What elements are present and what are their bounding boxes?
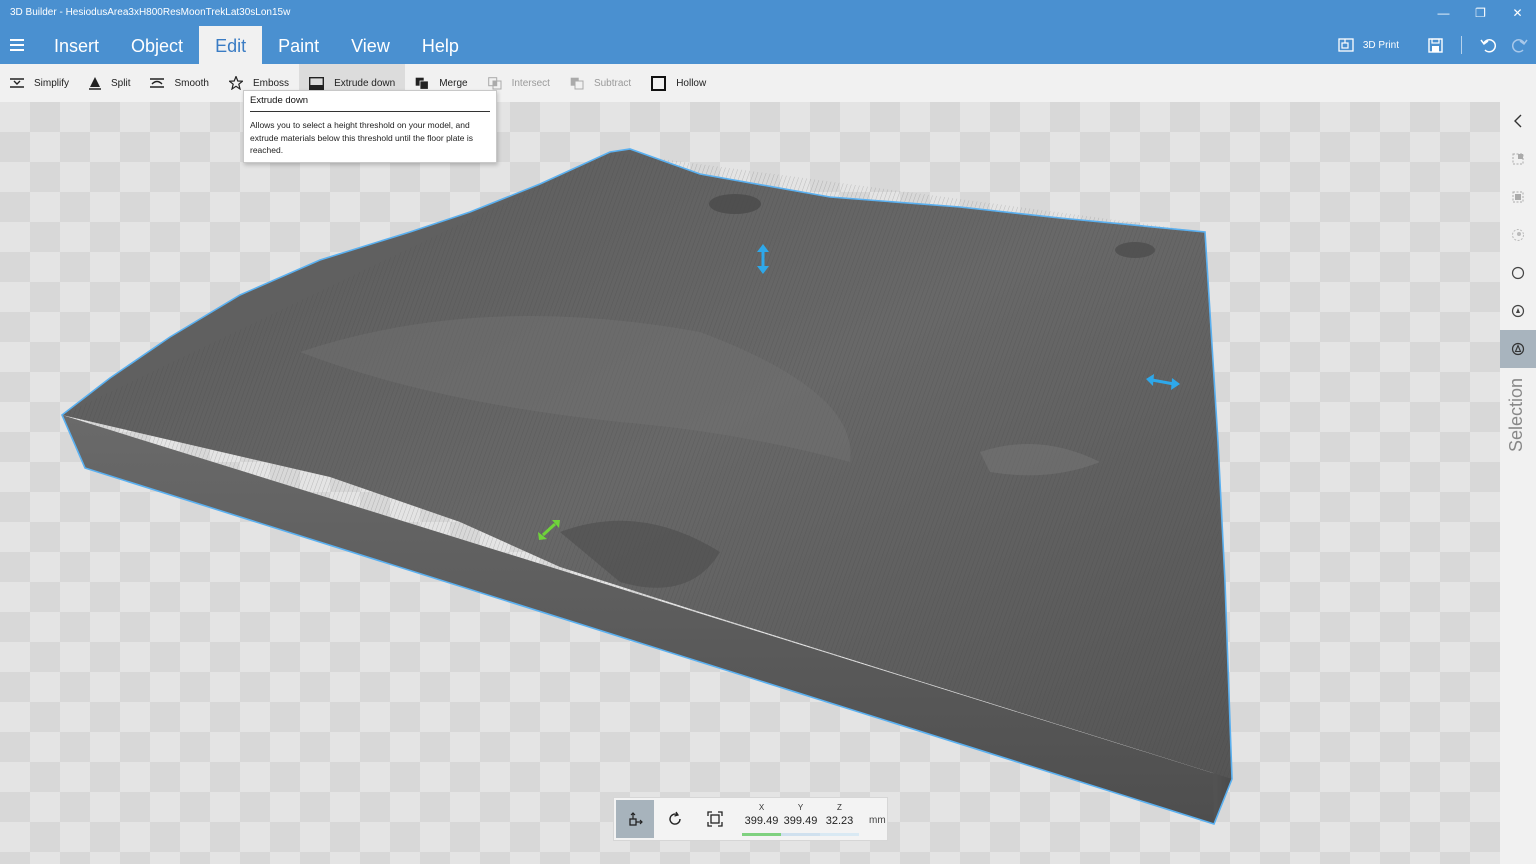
z-value: 32.23 — [825, 814, 854, 827]
rotate-tool-button[interactable] — [656, 800, 694, 838]
hollow-icon — [651, 75, 667, 91]
intersect-icon — [487, 76, 502, 89]
restore-button[interactable]: ❐ — [1462, 0, 1499, 26]
x-dimension[interactable]: X 399.49 — [742, 803, 781, 836]
chevron-left-icon — [1514, 114, 1522, 128]
save-button[interactable] — [1419, 26, 1451, 64]
emboss-label: Emboss — [252, 77, 290, 89]
unit-selector[interactable]: mm — [869, 815, 886, 826]
selection-mode-icon — [1511, 342, 1525, 356]
3d-viewport[interactable] — [0, 102, 1500, 864]
menu-actions: 3D Print — [1338, 26, 1536, 64]
select-region-icon — [1512, 229, 1524, 241]
merge-label: Merge — [439, 77, 468, 89]
extrude-down-label: Extrude down — [334, 77, 396, 89]
x-value: 399.49 — [744, 814, 779, 827]
save-icon — [1427, 37, 1443, 53]
selection-panel-label[interactable]: Selection — [1506, 370, 1530, 460]
y-axis-bar — [781, 832, 820, 836]
select-button-1[interactable] — [1500, 140, 1536, 178]
split-icon — [89, 76, 102, 90]
z-dimension[interactable]: Z 32.23 — [820, 803, 859, 836]
window-title: 3D Builder - HesiodusArea3xH800ResMoonTr… — [10, 7, 291, 18]
subtract-icon — [570, 77, 584, 89]
rotate-icon — [669, 811, 681, 825]
smooth-icon — [150, 78, 165, 88]
close-button[interactable]: ✕ — [1499, 0, 1536, 26]
tab-object[interactable]: Object — [115, 26, 199, 64]
subtract-label: Subtract — [593, 77, 632, 89]
x-label: X — [758, 802, 765, 812]
side-panel: Selection — [1500, 102, 1536, 864]
select-object-icon — [1511, 304, 1525, 318]
y-value: 399.49 — [783, 814, 818, 827]
terrain-model[interactable] — [0, 102, 1500, 864]
simplify-label: Simplify — [34, 77, 70, 89]
tab-edit[interactable]: Edit — [199, 26, 263, 64]
select-button-2[interactable] — [1500, 178, 1536, 216]
undo-button[interactable] — [1472, 26, 1504, 64]
select-face-icon — [1512, 191, 1524, 203]
minimize-button[interactable]: — — [1425, 0, 1462, 26]
smooth-button[interactable]: Smooth — [140, 64, 218, 102]
extrude-down-tooltip: Extrude down Allows you to select a heig… — [243, 90, 497, 163]
menu-tabs: Insert Object Edit Paint View Help — [38, 26, 475, 64]
circle-icon — [1511, 266, 1525, 280]
y-label: Y — [797, 802, 804, 812]
edit-toolbar: Simplify Split Smooth Emboss Extrude dow… — [0, 64, 1536, 102]
move-icon — [629, 812, 643, 826]
subtract-button[interactable]: Subtract — [560, 64, 641, 102]
star-icon — [228, 76, 243, 90]
undo-icon — [1480, 39, 1496, 53]
redo-icon — [1512, 39, 1528, 53]
y-dimension[interactable]: Y 399.49 — [781, 803, 820, 836]
tab-help[interactable]: Help — [406, 26, 475, 64]
hamburger-menu-icon[interactable] — [10, 39, 24, 51]
menu-bar: Insert Object Edit Paint View Help 3D Pr… — [0, 26, 1536, 64]
move-tool-button[interactable] — [616, 800, 654, 838]
tab-paint[interactable]: Paint — [262, 26, 335, 64]
simplify-icon — [10, 78, 24, 88]
smooth-label: Smooth — [174, 77, 209, 89]
transform-panel: X 399.49 Y 399.49 Z 32.23 mm — [613, 797, 888, 841]
scale-tool-button[interactable] — [696, 800, 734, 838]
title-bar: 3D Builder - HesiodusArea3xH800ResMoonTr… — [0, 0, 1536, 26]
tab-view[interactable]: View — [335, 26, 406, 64]
select-button-5[interactable] — [1500, 292, 1536, 330]
hollow-label: Hollow — [676, 77, 707, 89]
select-vertex-icon — [1512, 153, 1524, 165]
z-label: Z — [837, 802, 842, 812]
window-controls: — ❐ ✕ — [1425, 0, 1536, 26]
x-axis-bar — [742, 832, 781, 836]
select-button-6[interactable] — [1500, 330, 1536, 368]
collapse-panel-button[interactable] — [1500, 102, 1536, 140]
z-axis-bar — [820, 832, 859, 836]
intersect-label: Intersect — [511, 77, 550, 89]
scale-icon — [707, 811, 723, 827]
split-button[interactable]: Split — [79, 64, 140, 102]
printer-icon — [1338, 38, 1354, 52]
hollow-button[interactable]: Hollow — [641, 64, 716, 102]
select-button-3[interactable] — [1500, 216, 1536, 254]
tab-insert[interactable]: Insert — [38, 26, 115, 64]
dimension-readout: X 399.49 Y 399.49 Z 32.23 — [742, 803, 859, 836]
3d-print-label: 3D Print — [1362, 39, 1399, 51]
menu-separator — [1461, 36, 1462, 54]
redo-button[interactable] — [1504, 26, 1536, 64]
select-button-4[interactable] — [1500, 254, 1536, 292]
simplify-button[interactable]: Simplify — [0, 64, 79, 102]
3d-print-button[interactable]: 3D Print — [1338, 38, 1399, 52]
tooltip-body: Allows you to select a height threshold … — [250, 120, 474, 155]
split-label: Split — [111, 77, 131, 89]
extrude-down-icon — [309, 76, 325, 90]
tooltip-title: Extrude down — [250, 95, 490, 112]
merge-icon — [415, 77, 429, 90]
